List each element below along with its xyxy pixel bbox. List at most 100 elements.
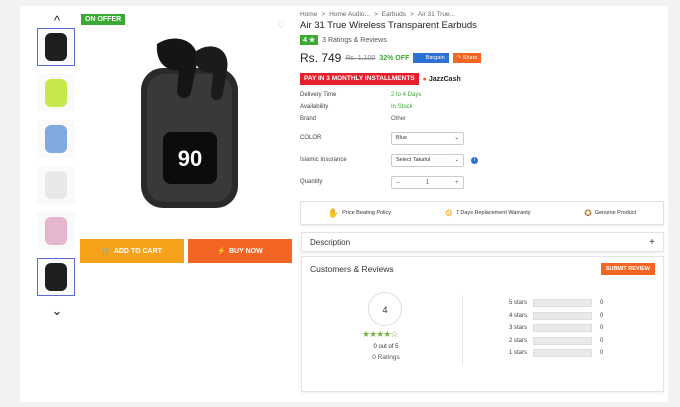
thumbnail-3[interactable] [37, 120, 75, 158]
bargain-button[interactable]: 👤 Bargain [413, 53, 449, 63]
quantity-label: Quantity [300, 179, 323, 185]
review-stars: ★★★★☆ [362, 329, 398, 339]
breadcrumb-current: Air 31 True... [417, 11, 455, 18]
plus-icon[interactable]: + [649, 237, 655, 248]
breadcrumb-separator: > [373, 11, 378, 18]
thumbnail-5[interactable] [37, 212, 75, 250]
earbud-case-image [45, 263, 67, 291]
product-title: Air 31 True Wireless Transparent Earbuds [300, 20, 477, 31]
jazzcash-mark-icon: ● [422, 75, 427, 83]
installments-banner[interactable]: PAY IN 3 MONTHLY INSTALLMENTS ● JazzCash [300, 73, 664, 85]
heart-icon[interactable]: ♡ [277, 20, 286, 31]
earbud-case-image [45, 171, 67, 199]
rating-bar-row: 1 stars 0 [509, 347, 603, 360]
rating-bar-label: 3 stars [509, 325, 528, 332]
thumbnail-6[interactable] [37, 258, 75, 296]
info-icon[interactable]: i [471, 156, 478, 164]
insurance-select-value: Select Takaful [396, 157, 431, 163]
rating-bar-row: 5 stars 0 [509, 297, 603, 310]
medal-icon: ✪ [584, 207, 592, 218]
insurance-row: Islamic Insurance Select Takaful ⌄ i [300, 151, 664, 169]
review-count: 0 Ratings [372, 354, 400, 361]
rating-bar-label: 1 stars [509, 350, 528, 357]
ratings-reviews-link[interactable]: 3 Ratings & Reviews [322, 37, 387, 44]
quantity-value: 1 [425, 178, 430, 186]
feature-label: Genuine Product [594, 210, 637, 216]
spec-key: Brand [300, 116, 317, 122]
rating-bar-row: 2 stars 0 [509, 335, 603, 348]
thumbnail-4[interactable] [37, 166, 75, 204]
product-details: Home > Home Audio... > Earbuds > Air 31 … [300, 11, 664, 225]
rating-bar-row: 4 stars 0 [509, 310, 603, 323]
installments-label: PAY IN 3 MONTHLY INSTALLMENTS [300, 73, 419, 85]
chevron-down-icon: ⌄ [454, 157, 459, 163]
feature-price-beating: ✋ Price Beating Policy [328, 208, 391, 219]
buy-now-button[interactable]: ⚡ BUY NOW [188, 239, 292, 263]
color-select-value: Blue [396, 135, 408, 141]
description-panel[interactable]: Description + [301, 232, 664, 252]
color-select[interactable]: Blue ⌄ [391, 131, 464, 145]
rating-bar-count: 0 [600, 325, 604, 332]
reviews-title: Customers & Reviews [310, 264, 394, 274]
rating-badge: 4 ★ [300, 35, 319, 45]
feature-label: Price Beating Policy [342, 210, 392, 216]
plus-icon[interactable]: + [455, 179, 459, 186]
divider [462, 295, 463, 365]
rating-bar-count: 0 [600, 300, 604, 307]
chevron-down-icon[interactable]: ⌄ [37, 304, 77, 318]
spec-key: Availability [300, 104, 329, 110]
spec-value: Other [391, 116, 407, 122]
product-page: ^ ⌄ ON OFFER ♡ 90 🛒 ADD TO CART ⚡ BUY NO… [20, 6, 668, 402]
rating-bar-label: 2 stars [509, 337, 528, 344]
share-label: Share [462, 55, 478, 61]
rating-bar-label: 5 stars [509, 300, 528, 307]
main-product-image: ON OFFER ♡ 90 [81, 14, 294, 217]
spec-value: 2 to 4 Days [391, 92, 422, 98]
spec-list: Delivery Time 2 to 4 Days Availability I… [300, 89, 664, 125]
buy-now-label: BUY NOW [229, 247, 263, 255]
rating-score: 4 [303, 37, 307, 44]
battery-display: 90 [178, 146, 202, 171]
share-icon: ↷ [456, 55, 462, 61]
chevron-down-icon: ⌄ [454, 135, 459, 141]
submit-review-button[interactable]: SUBMIT REVIEW [600, 263, 655, 275]
reviews-panel: Customers & Reviews SUBMIT REVIEW 4 ★★★★… [301, 256, 664, 392]
quantity-row: Quantity – 1 + [300, 173, 664, 191]
breadcrumb-home[interactable]: Home [300, 11, 317, 18]
current-price: Rs. 749 [300, 51, 342, 65]
quantity-stepper[interactable]: – 1 + [391, 175, 464, 189]
thumbnail-1[interactable] [37, 28, 75, 66]
rating-bar-count: 0 [600, 337, 604, 344]
breadcrumb: Home > Home Audio... > Earbuds > Air 31 … [300, 11, 664, 18]
color-row: COLOR Blue ⌄ [300, 129, 664, 147]
thumbnail-2[interactable] [37, 74, 75, 112]
share-button[interactable]: ↷ Share [452, 53, 482, 63]
price-row: Rs. 749 Rs. 1,100 32% OFF 👤 Bargain ↷ Sh… [300, 51, 664, 65]
spec-brand: Brand Other [300, 113, 664, 125]
chevron-up-icon[interactable]: ^ [37, 14, 77, 28]
insurance-label: Islamic Insurance [300, 157, 347, 163]
rating-bar-label: 4 stars [509, 312, 528, 319]
earbud-case-image [45, 125, 67, 153]
star-icon: ★ [308, 37, 316, 44]
breadcrumb-home-audio[interactable]: Home Audio... [329, 11, 370, 18]
jazzcash-logo: ● JazzCash [423, 76, 461, 83]
rating-bar-count: 0 [600, 312, 604, 319]
user-icon: 👤 [417, 55, 425, 61]
earbud-case-image [45, 79, 67, 107]
add-to-cart-button[interactable]: 🛒 ADD TO CART [80, 239, 184, 263]
minus-icon[interactable]: – [396, 179, 400, 186]
discount-badge: 32% OFF [379, 54, 410, 62]
warranty-icon: ⚙ [444, 207, 453, 218]
breadcrumb-earbuds[interactable]: Earbuds [382, 11, 406, 18]
insurance-select[interactable]: Select Takaful ⌄ [391, 153, 464, 167]
cart-icon: 🛒 [102, 248, 111, 255]
bargain-label: Bargain [425, 55, 445, 61]
rating-row: 4 ★ 3 Ratings & Reviews [300, 35, 664, 45]
old-price: Rs. 1,100 [345, 54, 376, 62]
jazzcash-name: JazzCash [428, 75, 461, 83]
rating-bar-count: 0 [600, 350, 604, 357]
feature-label: 7 Days Replacement Warranty [455, 210, 531, 216]
rating-bar [533, 299, 592, 308]
reviews-header: Customers & Reviews SUBMIT REVIEW [302, 257, 663, 275]
